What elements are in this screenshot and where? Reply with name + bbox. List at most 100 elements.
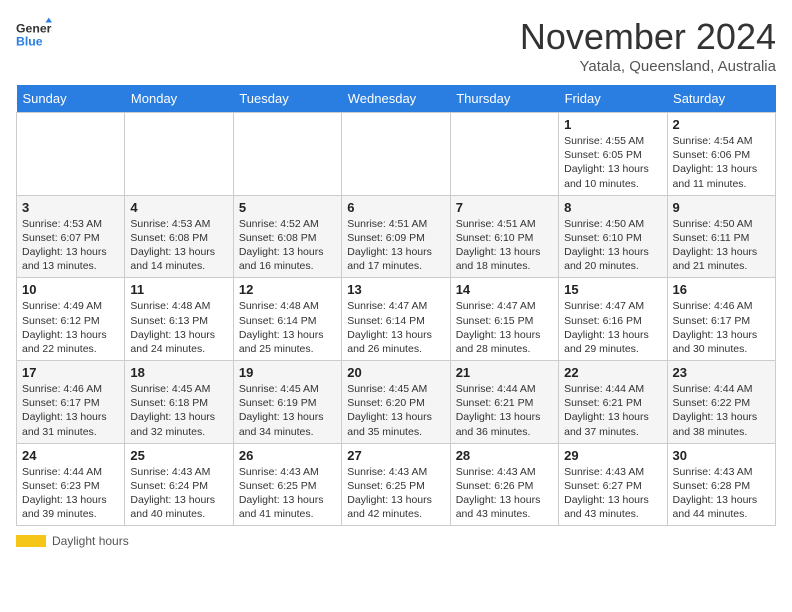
day-number: 13 xyxy=(347,282,444,297)
day-info: Sunrise: 4:53 AM Sunset: 6:08 PM Dayligh… xyxy=(130,217,227,274)
header-cell-wednesday: Wednesday xyxy=(342,85,450,113)
day-cell: 5Sunrise: 4:52 AM Sunset: 6:08 PM Daylig… xyxy=(233,195,341,278)
day-cell: 8Sunrise: 4:50 AM Sunset: 6:10 PM Daylig… xyxy=(559,195,667,278)
day-cell: 25 Sunrise: 4:43 AM Sunset: 6:24 PM Dayli… xyxy=(125,443,233,526)
day-cell: 27 Sunrise: 4:43 AM Sunset: 6:25 PM Dayli… xyxy=(342,443,450,526)
day-cell: 4 Sunrise: 4:53 AM Sunset: 6:08 PM Daylig… xyxy=(125,195,233,278)
day-number: 4 xyxy=(130,200,227,215)
day-cell: 9 Sunrise: 4:50 AM Sunset: 6:11 PM Daylig… xyxy=(667,195,775,278)
day-cell: 10Sunrise: 4:49 AM Sunset: 6:12 PM Dayli… xyxy=(17,278,125,361)
day-info: Sunrise: 4:44 AM Sunset: 6:21 PM Dayligh… xyxy=(456,382,553,439)
header-cell-friday: Friday xyxy=(559,85,667,113)
day-number: 20 xyxy=(347,365,444,380)
day-cell: 2 Sunrise: 4:54 AM Sunset: 6:06 PM Daylig… xyxy=(667,113,775,196)
day-info: Sunrise: 4:45 AM Sunset: 6:19 PM Dayligh… xyxy=(239,382,336,439)
day-number: 26 xyxy=(239,448,336,463)
day-info: Sunrise: 4:47 AM Sunset: 6:16 PM Dayligh… xyxy=(564,299,661,356)
day-number: 21 xyxy=(456,365,553,380)
day-cell: 18 Sunrise: 4:45 AM Sunset: 6:18 PM Dayli… xyxy=(125,361,233,444)
day-info: Sunrise: 4:52 AM Sunset: 6:08 PM Dayligh… xyxy=(239,217,336,274)
day-cell: 7Sunrise: 4:51 AM Sunset: 6:10 PM Daylig… xyxy=(450,195,558,278)
day-info: Sunrise: 4:43 AM Sunset: 6:28 PM Dayligh… xyxy=(673,465,770,522)
day-info: Sunrise: 4:43 AM Sunset: 6:24 PM Dayligh… xyxy=(130,465,227,522)
day-number: 16 xyxy=(673,282,770,297)
header-cell-thursday: Thursday xyxy=(450,85,558,113)
day-number: 19 xyxy=(239,365,336,380)
daylight-bar-icon xyxy=(16,535,46,547)
day-info: Sunrise: 4:50 AM Sunset: 6:11 PM Dayligh… xyxy=(673,217,770,274)
day-info: Sunrise: 4:46 AM Sunset: 6:17 PM Dayligh… xyxy=(22,382,119,439)
day-cell: 17 Sunrise: 4:46 AM Sunset: 6:17 PM Dayli… xyxy=(17,361,125,444)
day-info: Sunrise: 4:55 AM Sunset: 6:05 PM Dayligh… xyxy=(564,134,661,191)
day-number: 10 xyxy=(22,282,119,297)
day-number: 3 xyxy=(22,200,119,215)
day-cell xyxy=(125,113,233,196)
svg-text:Blue: Blue xyxy=(16,34,43,48)
day-number: 25 xyxy=(130,448,227,463)
day-number: 1 xyxy=(564,117,661,132)
day-cell: 26 Sunrise: 4:43 AM Sunset: 6:25 PM Dayli… xyxy=(233,443,341,526)
day-info: Sunrise: 4:54 AM Sunset: 6:06 PM Dayligh… xyxy=(673,134,770,191)
day-cell: 23Sunrise: 4:44 AM Sunset: 6:22 PM Dayli… xyxy=(667,361,775,444)
day-info: Sunrise: 4:43 AM Sunset: 6:25 PM Dayligh… xyxy=(239,465,336,522)
day-cell: 6 Sunrise: 4:51 AM Sunset: 6:09 PM Daylig… xyxy=(342,195,450,278)
day-cell: 12Sunrise: 4:48 AM Sunset: 6:14 PM Dayli… xyxy=(233,278,341,361)
day-cell xyxy=(17,113,125,196)
header-cell-monday: Monday xyxy=(125,85,233,113)
day-cell: 29 Sunrise: 4:43 AM Sunset: 6:27 PM Dayli… xyxy=(559,443,667,526)
day-info: Sunrise: 4:43 AM Sunset: 6:25 PM Dayligh… xyxy=(347,465,444,522)
day-info: Sunrise: 4:51 AM Sunset: 6:09 PM Dayligh… xyxy=(347,217,444,274)
day-number: 2 xyxy=(673,117,770,132)
day-number: 29 xyxy=(564,448,661,463)
day-number: 18 xyxy=(130,365,227,380)
day-cell xyxy=(450,113,558,196)
day-number: 17 xyxy=(22,365,119,380)
day-info: Sunrise: 4:43 AM Sunset: 6:26 PM Dayligh… xyxy=(456,465,553,522)
day-cell: 19 Sunrise: 4:45 AM Sunset: 6:19 PM Dayli… xyxy=(233,361,341,444)
day-cell: 22Sunrise: 4:44 AM Sunset: 6:21 PM Dayli… xyxy=(559,361,667,444)
day-cell xyxy=(233,113,341,196)
calendar-table: SundayMondayTuesdayWednesdayThursdayFrid… xyxy=(16,85,776,526)
day-cell: 21 Sunrise: 4:44 AM Sunset: 6:21 PM Dayli… xyxy=(450,361,558,444)
day-info: Sunrise: 4:43 AM Sunset: 6:27 PM Dayligh… xyxy=(564,465,661,522)
header-row: SundayMondayTuesdayWednesdayThursdayFrid… xyxy=(17,85,776,113)
day-number: 23 xyxy=(673,365,770,380)
day-info: Sunrise: 4:48 AM Sunset: 6:14 PM Dayligh… xyxy=(239,299,336,356)
day-number: 30 xyxy=(673,448,770,463)
logo: General Blue xyxy=(16,16,52,52)
day-info: Sunrise: 4:47 AM Sunset: 6:15 PM Dayligh… xyxy=(456,299,553,356)
header-cell-sunday: Sunday xyxy=(17,85,125,113)
day-cell: 24Sunrise: 4:44 AM Sunset: 6:23 PM Dayli… xyxy=(17,443,125,526)
day-info: Sunrise: 4:53 AM Sunset: 6:07 PM Dayligh… xyxy=(22,217,119,274)
header-cell-saturday: Saturday xyxy=(667,85,775,113)
logo-icon: General Blue xyxy=(16,16,52,52)
week-row-0: 1 Sunrise: 4:55 AM Sunset: 6:05 PM Daylig… xyxy=(17,113,776,196)
day-info: Sunrise: 4:46 AM Sunset: 6:17 PM Dayligh… xyxy=(673,299,770,356)
day-number: 27 xyxy=(347,448,444,463)
month-title: November 2024 xyxy=(520,16,776,58)
day-number: 14 xyxy=(456,282,553,297)
day-info: Sunrise: 4:50 AM Sunset: 6:10 PM Dayligh… xyxy=(564,217,661,274)
page-header: General Blue November 2024 Yatala, Queen… xyxy=(16,16,776,75)
day-number: 15 xyxy=(564,282,661,297)
week-row-2: 10Sunrise: 4:49 AM Sunset: 6:12 PM Dayli… xyxy=(17,278,776,361)
week-row-3: 17 Sunrise: 4:46 AM Sunset: 6:17 PM Dayli… xyxy=(17,361,776,444)
day-cell: 13 Sunrise: 4:47 AM Sunset: 6:14 PM Dayli… xyxy=(342,278,450,361)
day-cell: 28 Sunrise: 4:43 AM Sunset: 6:26 PM Dayli… xyxy=(450,443,558,526)
week-row-4: 24Sunrise: 4:44 AM Sunset: 6:23 PM Dayli… xyxy=(17,443,776,526)
day-info: Sunrise: 4:47 AM Sunset: 6:14 PM Dayligh… xyxy=(347,299,444,356)
day-number: 9 xyxy=(673,200,770,215)
day-cell xyxy=(342,113,450,196)
day-cell: 16 Sunrise: 4:46 AM Sunset: 6:17 PM Dayli… xyxy=(667,278,775,361)
day-number: 24 xyxy=(22,448,119,463)
svg-text:General: General xyxy=(16,21,52,35)
day-info: Sunrise: 4:45 AM Sunset: 6:18 PM Dayligh… xyxy=(130,382,227,439)
day-number: 28 xyxy=(456,448,553,463)
location: Yatala, Queensland, Australia xyxy=(520,58,776,75)
day-info: Sunrise: 4:45 AM Sunset: 6:20 PM Dayligh… xyxy=(347,382,444,439)
day-info: Sunrise: 4:51 AM Sunset: 6:10 PM Dayligh… xyxy=(456,217,553,274)
day-cell: 11Sunrise: 4:48 AM Sunset: 6:13 PM Dayli… xyxy=(125,278,233,361)
day-cell: 1 Sunrise: 4:55 AM Sunset: 6:05 PM Daylig… xyxy=(559,113,667,196)
day-number: 6 xyxy=(347,200,444,215)
daylight-label: Daylight hours xyxy=(52,534,129,548)
